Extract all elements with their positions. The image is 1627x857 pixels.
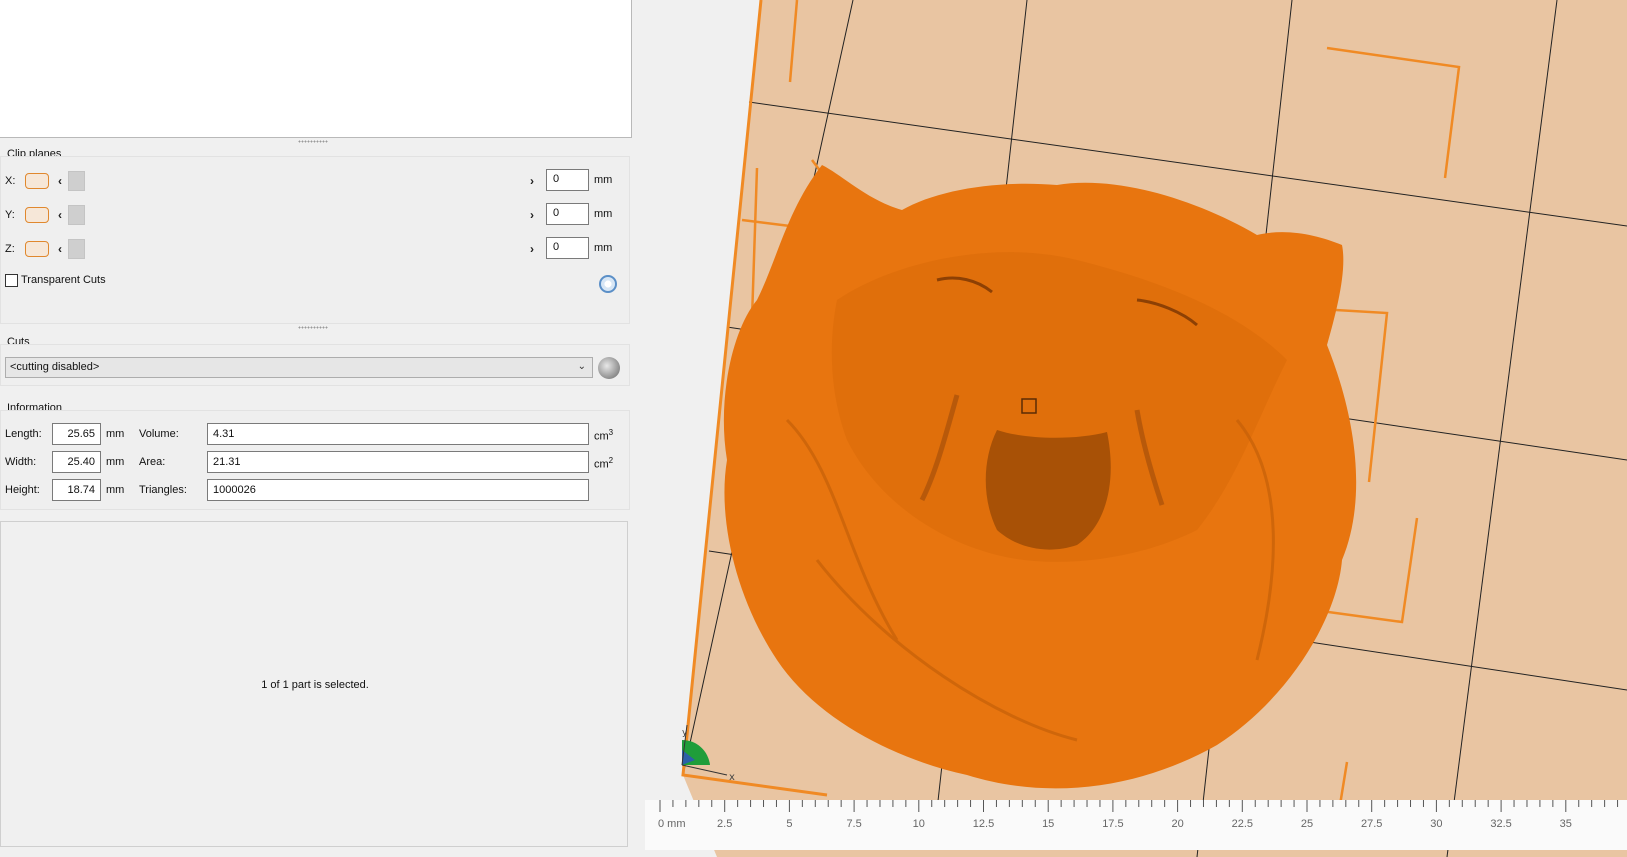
clip-plane-toggle-y[interactable] <box>25 207 49 223</box>
transparent-cuts-checkbox[interactable] <box>5 274 18 287</box>
chevron-left-icon[interactable]: ‹ <box>58 174 62 188</box>
height-unit: mm <box>106 484 125 496</box>
object-list-area[interactable] <box>0 0 632 138</box>
transparent-cuts-label: Transparent Cuts <box>21 274 106 286</box>
slider-thumb[interactable] <box>68 171 85 191</box>
chevron-left-icon[interactable]: ‹ <box>58 242 62 256</box>
cuts-section: Cuts <cutting disabled> ⌄ <box>0 336 630 386</box>
ruler-tick-label: 15 <box>1042 818 1054 830</box>
measurement-ruler: 0 mm 2.5 5 7.5 10 12.5 15 17.5 20 22.5 25 27.5 30 32.… <box>645 800 1627 850</box>
ruler-tick-label: 0 mm <box>658 818 686 830</box>
ruler-tick-label: 25 <box>1301 818 1313 830</box>
ruler-tick-label: 17.5 <box>1102 818 1123 830</box>
triangles-value[interactable]: 1000026 <box>207 479 589 501</box>
volume-unit: cm3 <box>594 428 614 443</box>
height-value[interactable]: 18.74 <box>52 479 101 501</box>
length-unit: mm <box>106 428 125 440</box>
ruler-tick-label: 32.5 <box>1490 818 1511 830</box>
scene-canvas[interactable]: x y <box>637 0 1627 857</box>
clip-axis-label: X: <box>5 175 16 187</box>
selection-status: 1 of 1 part is selected. <box>261 679 369 691</box>
chevron-right-icon[interactable]: › <box>530 174 534 188</box>
clip-slider-x[interactable] <box>68 171 524 191</box>
clip-slider-y[interactable] <box>68 205 524 225</box>
clip-plane-toggle-x[interactable] <box>25 173 49 189</box>
width-unit: mm <box>106 456 125 468</box>
ruler-scale: 0 mm 2.5 5 7.5 10 12.5 15 17.5 20 22.5 25 27.5 30 32.… <box>658 800 1619 830</box>
ruler-tick-label: 10 <box>913 818 925 830</box>
area-unit: cm2 <box>594 456 614 471</box>
clip-planes-section: Clip planes X: ‹ › 0 mm Y: ‹ › 0 mm Z: ‹… <box>0 148 630 324</box>
ruler-tick-label: 7.5 <box>846 818 861 830</box>
model-mesh[interactable] <box>723 165 1357 789</box>
svg-text:y: y <box>682 728 688 738</box>
chevron-right-icon[interactable]: › <box>530 242 534 256</box>
clip-axis-label: Y: <box>5 209 15 221</box>
unit-label: mm <box>594 174 613 186</box>
clip-row-x: X: ‹ › 0 mm <box>0 168 630 196</box>
ruler-tick-label: 2.5 <box>717 818 732 830</box>
length-value[interactable]: 25.65 <box>52 423 101 445</box>
ruler-tick-label: 30 <box>1430 818 1442 830</box>
unit-label: mm <box>594 242 613 254</box>
volume-value[interactable]: 4.31 <box>207 423 589 445</box>
clip-row-z: Z: ‹ › 0 mm <box>0 236 630 264</box>
ruler-tick-label: 22.5 <box>1232 818 1253 830</box>
clip-axis-label: Z: <box>5 243 15 255</box>
left-panel: Clip planes X: ‹ › 0 mm Y: ‹ › 0 mm Z: ‹… <box>0 0 632 857</box>
volume-label: Volume: <box>139 428 179 440</box>
status-area: 1 of 1 part is selected. <box>0 521 628 847</box>
area-value[interactable]: 21.31 <box>207 451 589 473</box>
chevron-right-icon[interactable]: › <box>530 208 534 222</box>
cuts-selected-value: <cutting disabled> <box>10 361 100 373</box>
splitter-grip[interactable] <box>298 140 328 143</box>
svg-text:x: x <box>729 772 735 783</box>
reset-icon[interactable] <box>599 275 617 293</box>
clip-slider-z[interactable] <box>68 239 524 259</box>
width-label: Width: <box>5 456 37 468</box>
ruler-tick-label: 5 <box>786 818 792 830</box>
ruler-tick-label: 20 <box>1171 818 1183 830</box>
clip-value-y[interactable]: 0 <box>546 203 589 225</box>
area-label: Area: <box>139 456 166 468</box>
cut-tool-icon[interactable] <box>598 357 620 379</box>
triangles-label: Triangles: <box>139 484 187 496</box>
clip-row-y: Y: ‹ › 0 mm <box>0 202 630 230</box>
slider-thumb[interactable] <box>68 239 85 259</box>
unit-label: mm <box>594 208 613 220</box>
clip-plane-toggle-z[interactable] <box>25 241 49 257</box>
slider-thumb[interactable] <box>68 205 85 225</box>
chevron-left-icon[interactable]: ‹ <box>58 208 62 222</box>
ruler-tick-label: 12.5 <box>973 818 994 830</box>
length-label: Length: <box>5 428 42 440</box>
height-label: Height: <box>5 484 40 496</box>
ruler-tick-label: 35 <box>1560 818 1572 830</box>
width-value[interactable]: 25.40 <box>52 451 101 473</box>
3d-viewport[interactable]: x y 0 mm 2.5 5 7.5 10 12.5 15 17.5 20 22.5 25 27.5 3… <box>637 0 1627 857</box>
splitter-grip[interactable] <box>298 326 328 329</box>
information-section: Information Length: 25.65 mm Volume: 4.3… <box>0 402 630 512</box>
clip-value-z[interactable]: 0 <box>546 237 589 259</box>
ruler-tick-label: 27.5 <box>1361 818 1382 830</box>
clip-value-x[interactable]: 0 <box>546 169 589 191</box>
chevron-down-icon: ⌄ <box>577 361 586 372</box>
cuts-dropdown[interactable]: <cutting disabled> ⌄ <box>5 357 593 378</box>
